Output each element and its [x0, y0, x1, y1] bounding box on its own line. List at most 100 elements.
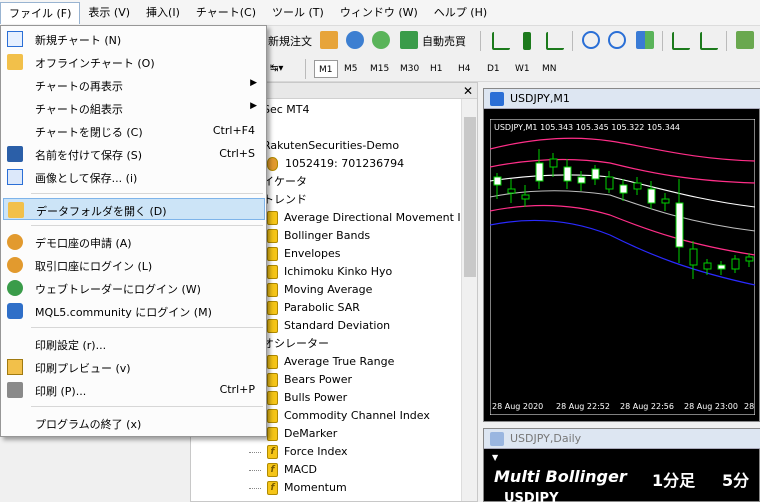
file-menu-profiles[interactable]: チャートの組表示 ▶ — [3, 97, 265, 119]
candle-body — [577, 176, 586, 184]
navigator-close-icon[interactable]: ✕ — [463, 83, 473, 99]
menu-window[interactable]: ウィンドウ (W) — [332, 2, 426, 24]
navigator-scrollbar[interactable] — [461, 99, 477, 501]
chart-title-bar[interactable]: USDJPY,M1 — [484, 89, 760, 109]
menu-insert[interactable]: 挿入(I) — [138, 2, 188, 24]
file-menu-close-chart[interactable]: チャートを閉じる (C) Ctrl+F4 — [3, 120, 265, 142]
candle-body — [731, 258, 740, 270]
zoom-out-icon[interactable] — [608, 31, 626, 49]
price-chart[interactable]: USDJPY,M1 105.343 105.345 105.322 105.34… — [490, 119, 755, 415]
candle-body — [507, 188, 516, 194]
file-menu-login-trade[interactable]: 取引口座にログイン (L) — [3, 254, 265, 276]
signal-icon[interactable] — [372, 31, 390, 49]
chart-window-usdjpy-daily[interactable]: USDJPY,Daily ▼ Multi Bollinger 1分足 5分 US… — [483, 428, 760, 502]
nav-indicator-label: Moving Average — [284, 283, 373, 296]
file-menu-print-preview[interactable]: 印刷プレビュー (v) — [3, 356, 265, 378]
nav-indicator-label: Bollinger Bands — [284, 229, 371, 242]
file-menu-new-chart[interactable]: 新規チャート (N) — [3, 28, 265, 50]
file-menu-shortcut: Ctrl+S — [219, 147, 255, 160]
bar-chart-icon[interactable] — [492, 32, 510, 50]
menu-chart[interactable]: チャート(C) — [188, 2, 264, 24]
tf-h4[interactable]: H4 — [454, 60, 475, 78]
file-menu-reopen-chart[interactable]: チャートの再表示 ▶ — [3, 74, 265, 96]
menu-help[interactable]: ヘルプ (H) — [426, 2, 495, 24]
time-axis-label: 28 Aug 22:56 — [620, 402, 674, 411]
menu-separator — [31, 225, 263, 226]
file-menu-mql5-login[interactable]: MQL5.community にログイン (M) — [3, 300, 265, 322]
file-menu-save-as[interactable]: 名前を付けて保存 (S) Ctrl+S — [3, 143, 265, 165]
tile-windows-icon[interactable] — [636, 31, 654, 49]
new-order-button[interactable]: 新規注文 — [268, 33, 312, 49]
tester-icon[interactable] — [320, 31, 338, 49]
cursor-arrow-icon[interactable]: ↹▾ — [270, 60, 292, 78]
custom-indicator-icon: f — [267, 463, 278, 477]
indicator-icon — [267, 373, 278, 387]
time-axis-label: 28 Aug 23:00 — [684, 402, 738, 411]
indicators-icon[interactable] — [736, 31, 754, 49]
file-menu-print[interactable]: 印刷 (P)... Ctrl+P — [3, 379, 265, 401]
toolbar-separator — [480, 31, 481, 51]
auto-trade-icon[interactable] — [400, 31, 418, 49]
login-icon — [7, 257, 23, 273]
navigator-scroll-thumb[interactable] — [464, 117, 476, 277]
tf-w1[interactable]: W1 — [511, 60, 534, 78]
autoscroll-icon[interactable] — [700, 32, 718, 50]
file-menu-web-trader[interactable]: ウェブトレーダーにログイン (W) — [3, 277, 265, 299]
nav-root[interactable]: Sec MT4 — [263, 101, 310, 119]
auto-trade-button[interactable]: 自動売買 — [422, 33, 466, 49]
nav-oscillators-folder[interactable]: オシレーター — [263, 335, 329, 353]
tf-m5[interactable]: M5 — [340, 60, 362, 78]
file-menu-label: 印刷設定 (r)... — [35, 339, 107, 352]
file-menu-label: 名前を付けて保存 (S) — [35, 149, 143, 162]
file-menu-shortcut: Ctrl+P — [219, 383, 255, 396]
file-menu-print-setup[interactable]: 印刷設定 (r)... — [3, 333, 265, 355]
menu-file[interactable]: ファイル (F) — [0, 1, 81, 24]
tf-mn[interactable]: MN — [538, 60, 561, 78]
nav-trend-folder[interactable]: トレンド — [263, 191, 307, 209]
custom-indicator-icon: f — [267, 481, 278, 495]
candle-body — [647, 188, 656, 204]
candle-chart-icon[interactable] — [523, 32, 531, 50]
menu-separator — [31, 327, 263, 328]
indicator-icon — [267, 319, 278, 333]
menu-view[interactable]: 表示 (V) — [80, 2, 138, 24]
indicator-icon — [267, 265, 278, 279]
candle-body — [675, 202, 684, 248]
user-icon[interactable] — [346, 31, 364, 49]
file-menu-label: ウェブトレーダーにログイン (W) — [35, 283, 201, 296]
candle-body — [521, 194, 530, 200]
chart-window-usdjpy-m1[interactable]: USDJPY,M1 USDJPY,M1 105.343 105.345 105.… — [483, 88, 760, 422]
tf-m1[interactable]: M1 — [314, 60, 338, 78]
save-image-icon — [7, 169, 23, 185]
chart-shift-icon[interactable] — [672, 32, 690, 50]
indicator-icon — [267, 301, 278, 315]
line-chart-icon[interactable] — [546, 32, 564, 50]
nav-indicators[interactable]: イケータ — [263, 173, 307, 191]
account-icon — [267, 157, 278, 171]
data-folder-icon — [8, 202, 24, 218]
file-menu-label: 印刷 (P)... — [35, 385, 87, 398]
file-menu-save-image[interactable]: 画像として保存... (i) — [3, 166, 265, 188]
time-axis-label: 28 Aug 22:52 — [556, 402, 610, 411]
candle-body — [535, 162, 544, 182]
indicator-icon — [267, 283, 278, 297]
nav-indicator-label: Force Index — [284, 445, 348, 458]
file-menu-offline-chart[interactable]: オフラインチャート (O) — [3, 51, 265, 73]
menu-tools[interactable]: ツール (T) — [264, 2, 332, 24]
menu-separator — [31, 193, 263, 194]
tf-m15[interactable]: M15 — [366, 60, 393, 78]
tf-d1[interactable]: D1 — [483, 60, 504, 78]
nav-server[interactable]: RakutenSecurities-Demo — [263, 137, 399, 155]
chart-info-marker: ▼ — [492, 453, 499, 462]
file-menu-demo-account[interactable]: デモ口座の申請 (A) — [3, 231, 265, 253]
tf-m30[interactable]: M30 — [396, 60, 423, 78]
submenu-arrow-icon: ▶ — [250, 78, 257, 88]
tf-h1[interactable]: H1 — [426, 60, 447, 78]
zoom-in-icon[interactable] — [582, 31, 600, 49]
file-menu-label: チャートを閉じる (C) — [35, 126, 143, 139]
file-menu-exit[interactable]: プログラムの終了 (x) — [3, 412, 265, 434]
file-menu-open-data-folder[interactable]: データフォルダを開く (D) — [3, 198, 265, 220]
candle-body — [745, 256, 754, 262]
chart-title-bar[interactable]: USDJPY,Daily — [484, 429, 760, 449]
indicator-icon — [267, 355, 278, 369]
